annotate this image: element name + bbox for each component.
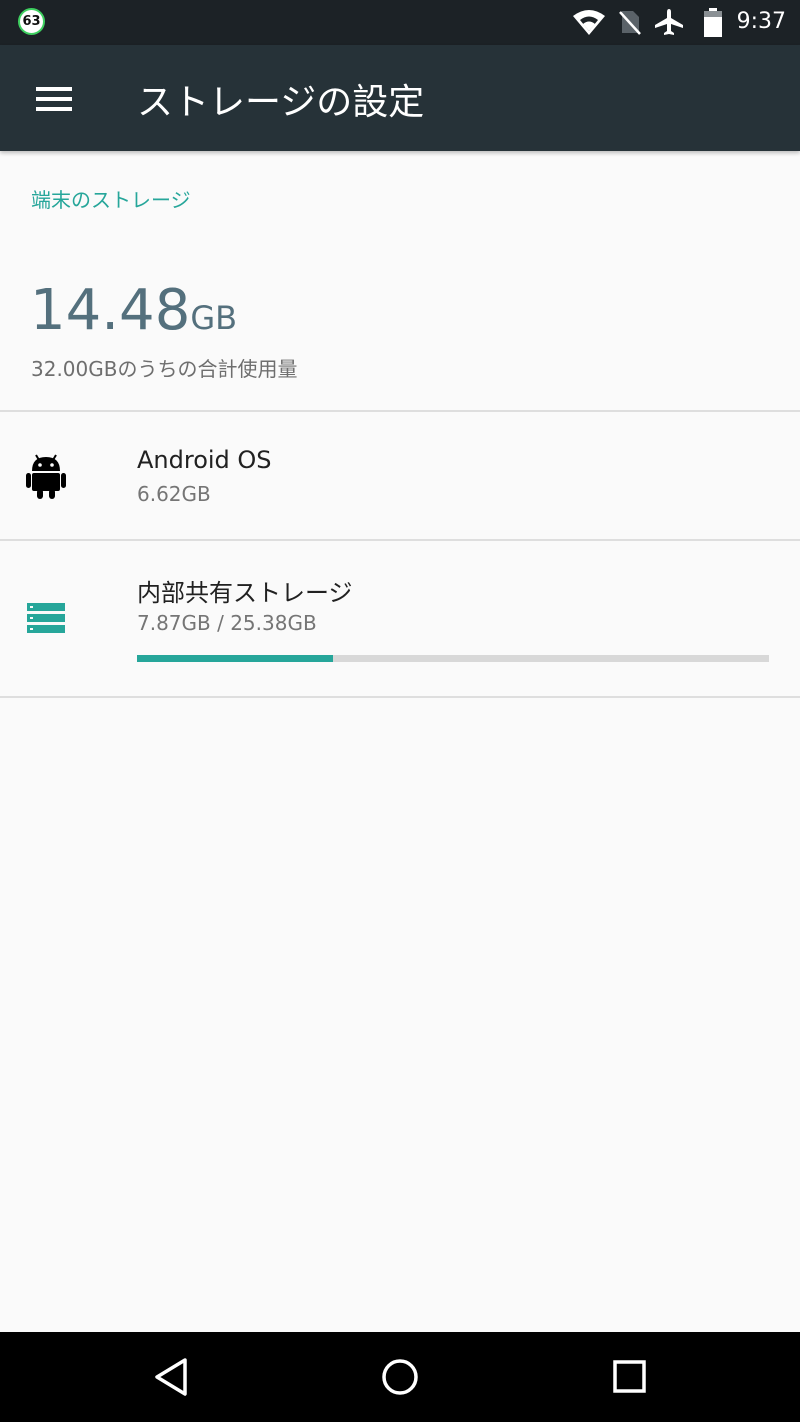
page-title: ストレージの設定 bbox=[137, 82, 425, 123]
navigation-bar bbox=[0, 1332, 800, 1422]
storage-progress-fill bbox=[137, 655, 333, 662]
status-bar: 63 9:37 bbox=[0, 0, 800, 45]
item-subtitle: 7.87GB / 25.38GB bbox=[137, 611, 317, 635]
notification-badge: 63 bbox=[18, 8, 45, 35]
list-item-internal-storage[interactable]: 内部共有ストレージ 7.87GB / 25.38GB bbox=[0, 541, 800, 696]
item-title: Android OS bbox=[137, 446, 272, 474]
recents-icon[interactable] bbox=[612, 1357, 648, 1401]
section-header: 端末のストレージ bbox=[31, 188, 191, 212]
android-icon bbox=[26, 453, 66, 503]
wifi-icon bbox=[572, 8, 606, 40]
divider bbox=[0, 696, 800, 698]
total-used-value: 14.48 bbox=[30, 278, 191, 343]
clock: 9:37 bbox=[736, 9, 786, 34]
item-title: 内部共有ストレージ bbox=[137, 579, 353, 607]
item-subtitle: 6.62GB bbox=[137, 482, 211, 506]
total-description: 32.00GBのうちの合計使用量 bbox=[31, 357, 298, 381]
list-item-android-os[interactable]: Android OS 6.62GB bbox=[0, 412, 800, 540]
total-used-unit: GB bbox=[190, 299, 238, 337]
total-used: 14.48GB bbox=[30, 278, 237, 343]
no-sim-icon bbox=[618, 8, 642, 40]
storage-icon bbox=[27, 603, 65, 639]
airplane-icon bbox=[654, 8, 684, 40]
home-icon[interactable] bbox=[381, 1357, 419, 1401]
menu-icon[interactable] bbox=[36, 87, 72, 113]
storage-progress-bar bbox=[137, 655, 769, 662]
back-icon[interactable] bbox=[152, 1357, 190, 1401]
battery-icon bbox=[702, 8, 724, 42]
app-bar: ストレージの設定 bbox=[0, 45, 800, 151]
